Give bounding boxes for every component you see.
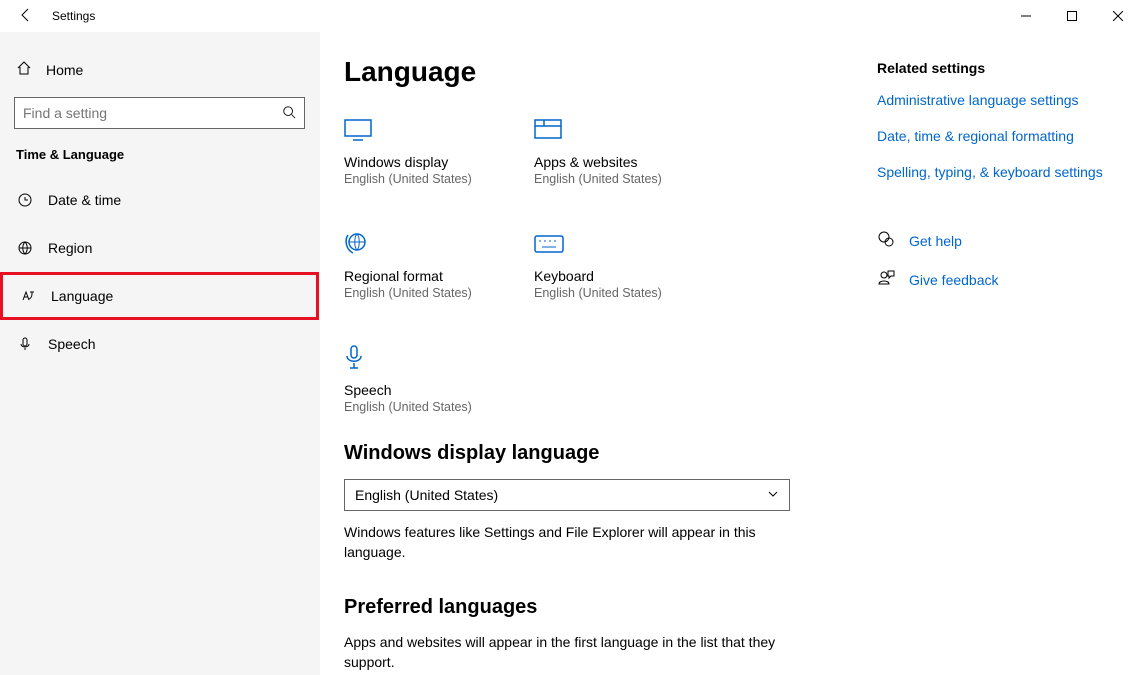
language-icon — [19, 288, 37, 304]
sidebar-item-language[interactable]: Language — [0, 272, 319, 320]
give-feedback-link[interactable]: Give feedback — [877, 269, 1121, 290]
link-spelling-keyboard[interactable]: Spelling, typing, & keyboard settings — [877, 164, 1121, 180]
maximize-button[interactable] — [1049, 0, 1095, 32]
sidebar-item-date-time[interactable]: Date & time — [0, 176, 319, 224]
sidebar: Home Time & Language Date & time Region … — [0, 32, 320, 675]
right-pane: Related settings Administrative language… — [877, 32, 1141, 675]
help-icon — [877, 230, 895, 251]
feedback-icon — [877, 269, 895, 290]
microphone-icon — [16, 336, 34, 352]
home-label: Home — [46, 62, 83, 78]
search-icon — [282, 105, 296, 122]
home-nav[interactable]: Home — [0, 50, 319, 89]
give-feedback-label: Give feedback — [909, 272, 999, 288]
main-content: Language Windows display English (United… — [320, 32, 877, 675]
back-button[interactable] — [18, 7, 34, 26]
tile-sub: English (United States) — [344, 400, 474, 414]
dropdown-value: English (United States) — [355, 487, 498, 503]
home-icon — [16, 60, 32, 79]
tile-keyboard[interactable]: Keyboard English (United States) — [534, 226, 664, 300]
tile-speech[interactable]: Speech English (United States) — [344, 340, 474, 414]
get-help-label: Get help — [909, 233, 962, 249]
sidebar-item-speech[interactable]: Speech — [0, 320, 319, 368]
link-admin-language[interactable]: Administrative language settings — [877, 92, 1121, 108]
microphone-icon — [344, 340, 474, 376]
preferred-languages-desc: Apps and websites will appear in the fir… — [344, 633, 784, 672]
tile-sub: English (United States) — [534, 172, 664, 186]
search-input[interactable] — [23, 105, 282, 121]
sidebar-item-label: Region — [48, 240, 92, 256]
sidebar-item-label: Date & time — [48, 192, 121, 208]
tile-label: Speech — [344, 382, 474, 398]
window-icon — [534, 112, 664, 148]
minimize-button[interactable] — [1003, 0, 1049, 32]
tile-regional-format[interactable]: Regional format English (United States) — [344, 226, 474, 300]
search-box[interactable] — [14, 97, 305, 129]
close-button[interactable] — [1095, 0, 1141, 32]
globe-stand-icon — [344, 226, 474, 262]
tile-sub: English (United States) — [344, 286, 474, 300]
window-title: Settings — [52, 9, 95, 23]
tile-apps-websites[interactable]: Apps & websites English (United States) — [534, 112, 664, 186]
tile-label: Keyboard — [534, 268, 664, 284]
display-language-desc: Windows features like Settings and File … — [344, 523, 784, 562]
tile-label: Apps & websites — [534, 154, 664, 170]
display-language-heading: Windows display language — [344, 442, 853, 465]
related-settings-heading: Related settings — [877, 60, 1121, 76]
tile-sub: English (United States) — [534, 286, 664, 300]
chevron-down-icon — [767, 487, 779, 503]
tile-label: Regional format — [344, 268, 474, 284]
sidebar-item-label: Language — [51, 288, 113, 304]
link-date-regional[interactable]: Date, time & regional formatting — [877, 128, 1121, 144]
sidebar-item-label: Speech — [48, 336, 95, 352]
clock-icon — [16, 192, 34, 208]
tile-label: Windows display — [344, 154, 474, 170]
section-title: Time & Language — [0, 147, 319, 176]
monitor-icon — [344, 112, 474, 148]
page-title: Language — [344, 56, 853, 88]
globe-icon — [16, 240, 34, 256]
tile-windows-display[interactable]: Windows display English (United States) — [344, 112, 474, 186]
sidebar-item-region[interactable]: Region — [0, 224, 319, 272]
display-language-dropdown[interactable]: English (United States) — [344, 479, 790, 511]
tile-sub: English (United States) — [344, 172, 474, 186]
get-help-link[interactable]: Get help — [877, 230, 1121, 251]
preferred-languages-heading: Preferred languages — [344, 596, 853, 619]
keyboard-icon — [534, 226, 664, 262]
